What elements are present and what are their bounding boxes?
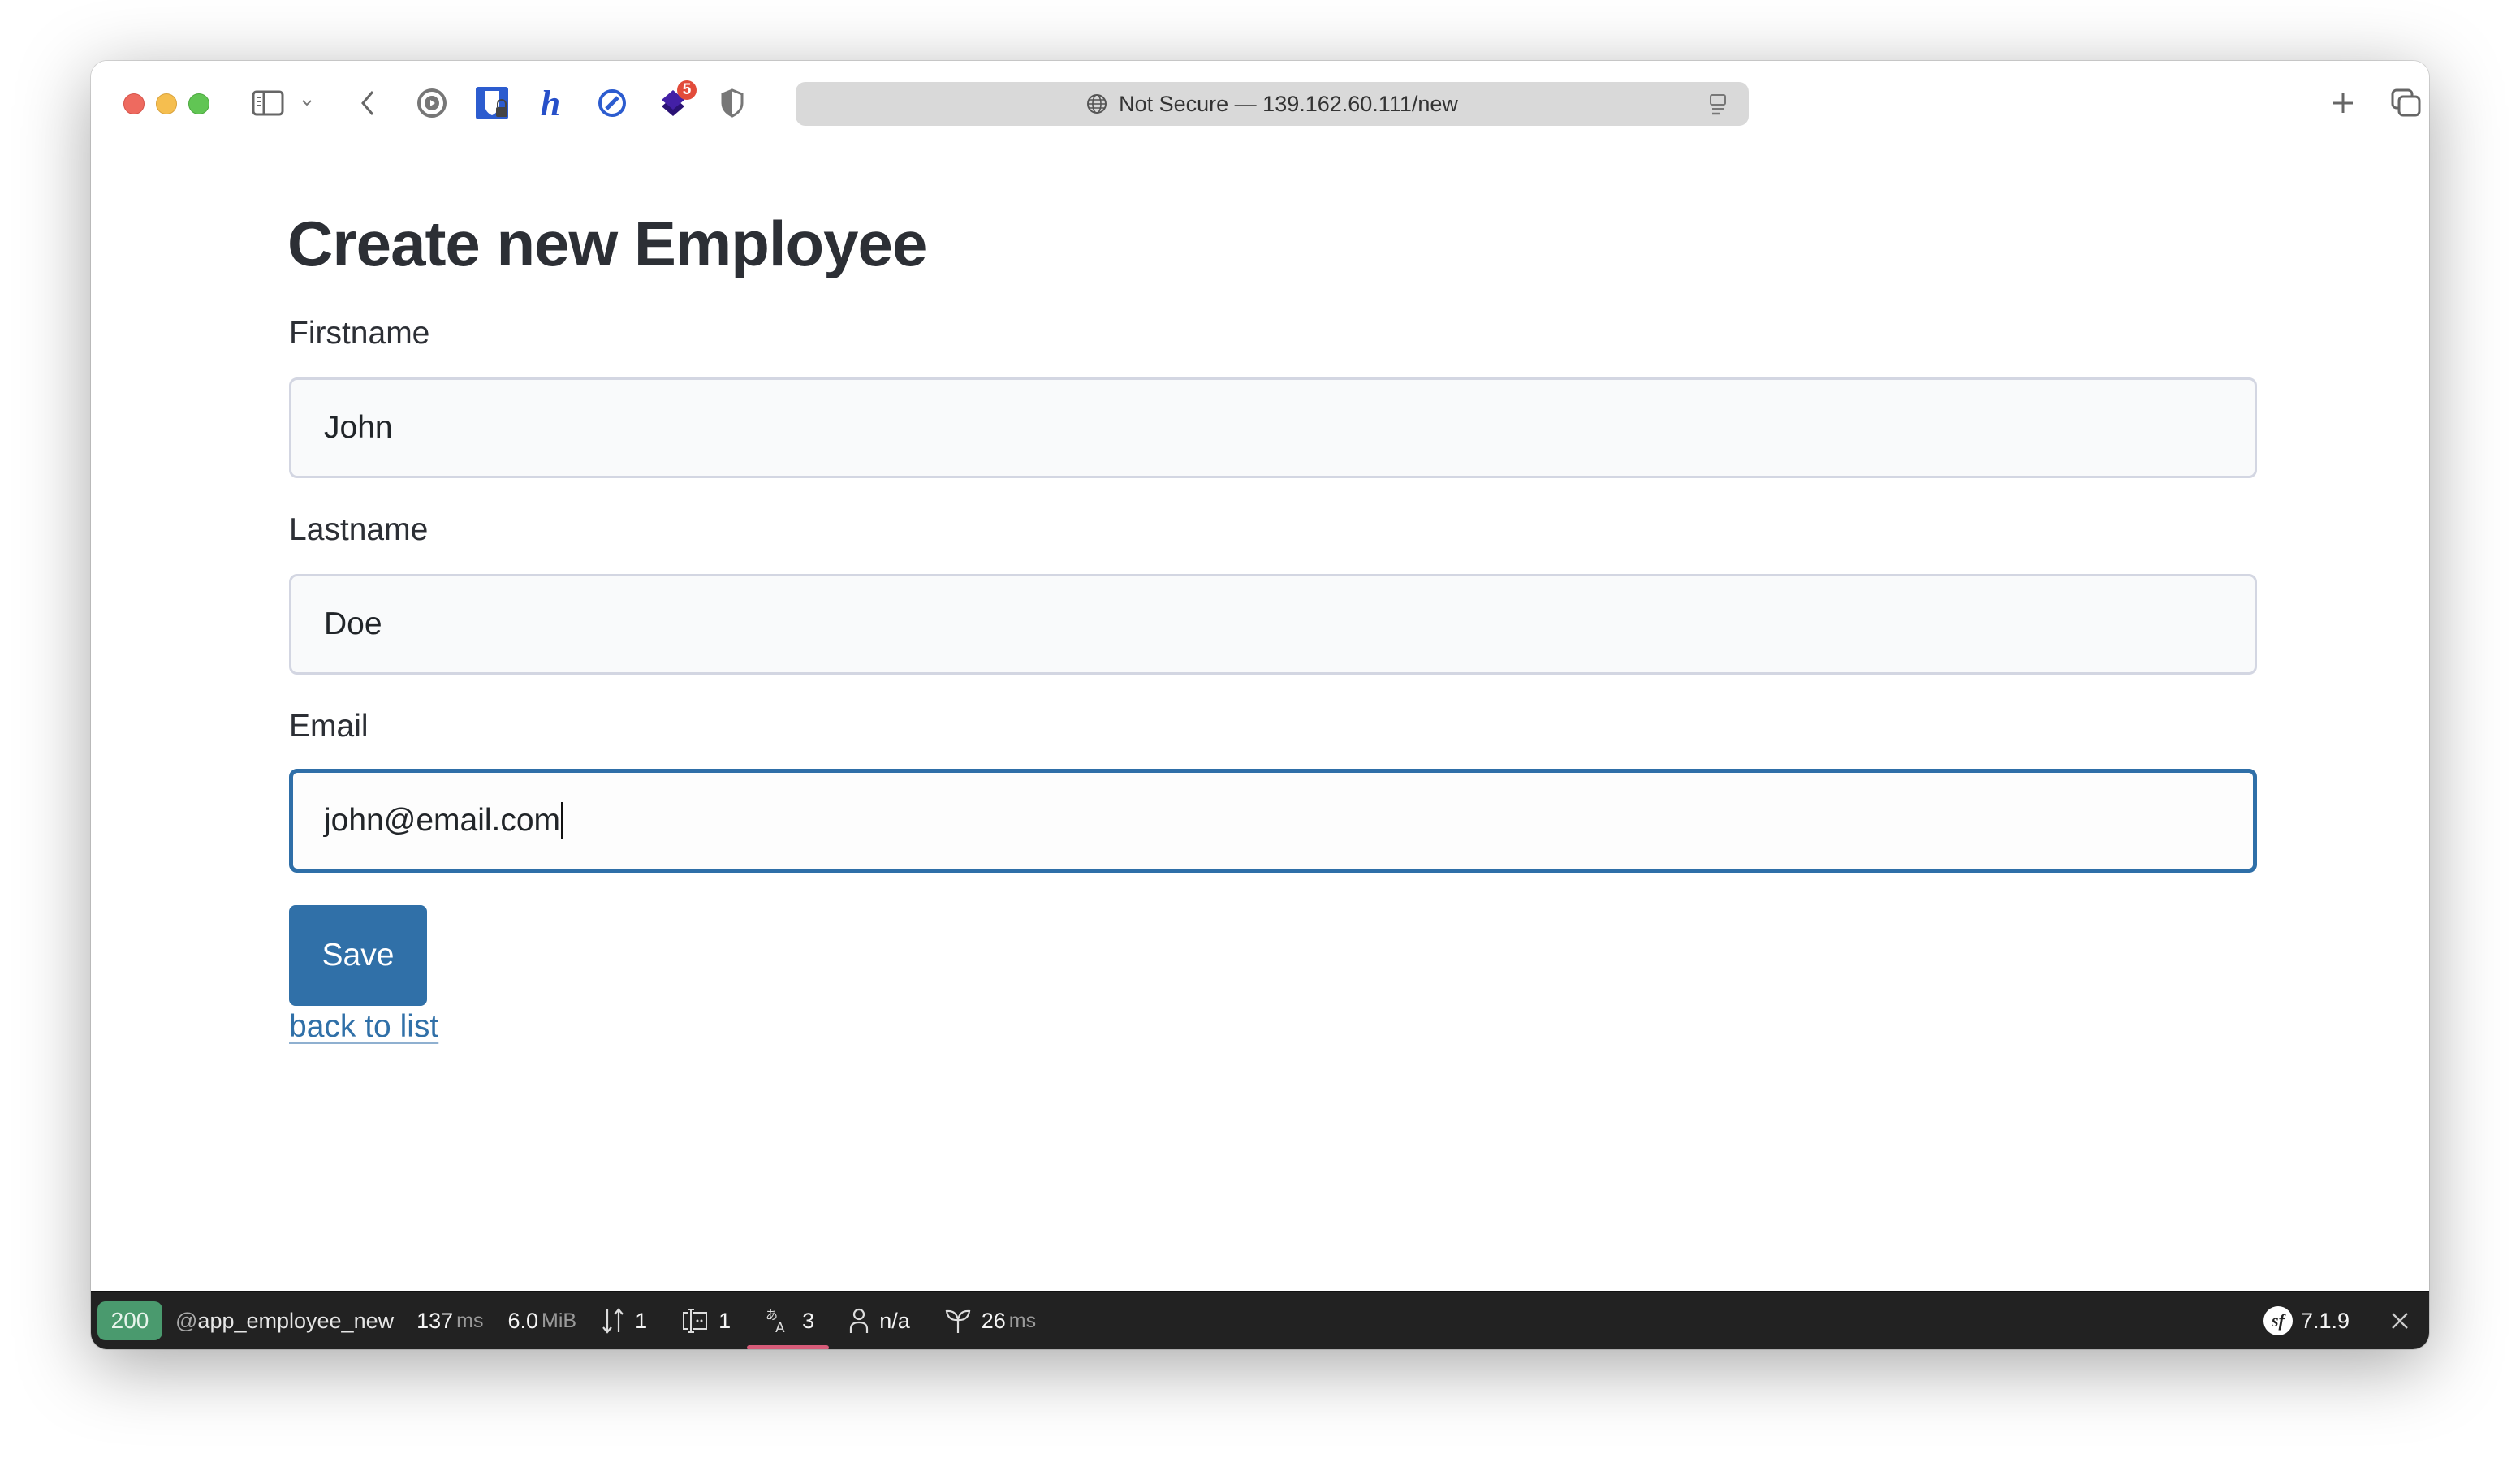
memory-value: 6.0 xyxy=(507,1308,539,1333)
time-value: 137 xyxy=(416,1308,454,1333)
bitwarden-icon[interactable] xyxy=(474,82,510,124)
symfony-logo-icon: sf xyxy=(2263,1306,2293,1335)
twig-item[interactable]: 26 ms xyxy=(944,1292,1036,1349)
address-bar[interactable]: Not Secure — 139.162.60.111/new xyxy=(796,82,1749,126)
user-icon xyxy=(848,1307,869,1335)
close-toolbar-icon[interactable] xyxy=(2390,1311,2410,1331)
twig-time-unit: ms xyxy=(1008,1309,1037,1332)
hypothesis-icon[interactable]: h xyxy=(534,82,567,124)
requests-item[interactable]: 1 xyxy=(601,1292,647,1349)
svg-text:A: A xyxy=(775,1320,785,1335)
translations-count: 3 xyxy=(802,1308,815,1333)
form-icon xyxy=(681,1307,709,1335)
page-title: Create new Employee xyxy=(287,208,927,279)
lastname-label: Lastname xyxy=(289,512,429,547)
close-window-button[interactable] xyxy=(123,93,145,114)
user-item[interactable]: n/a xyxy=(848,1292,910,1349)
time-unit: ms xyxy=(456,1309,484,1332)
reader-icon[interactable] xyxy=(1708,93,1728,122)
email-value: john@email.com xyxy=(324,803,561,838)
chevron-down-icon[interactable] xyxy=(299,82,315,124)
requests-count: 1 xyxy=(635,1308,648,1333)
save-button[interactable]: Save xyxy=(289,905,427,1006)
symfony-version-item[interactable]: sf 7.1.9 xyxy=(2263,1306,2429,1335)
symfony-version: 7.1.9 xyxy=(2300,1308,2350,1333)
url-text: Not Secure — 139.162.60.111/new xyxy=(1119,91,1458,116)
memory-unit: MiB xyxy=(542,1309,577,1332)
twig-time-value: 26 xyxy=(981,1308,1006,1333)
forms-count: 1 xyxy=(718,1308,731,1333)
back-icon[interactable] xyxy=(356,82,380,124)
translation-icon: あA xyxy=(765,1307,792,1335)
disable-icon[interactable] xyxy=(594,82,630,124)
tab-overview-icon[interactable] xyxy=(2390,82,2423,124)
sidebar-icon[interactable] xyxy=(250,82,286,124)
forms-item[interactable]: 1 xyxy=(681,1292,731,1349)
twig-leaf-icon xyxy=(944,1307,972,1335)
shield-icon[interactable] xyxy=(718,82,747,124)
email-input[interactable]: john@email.com xyxy=(289,769,2257,873)
firstname-input[interactable]: John xyxy=(289,377,2257,478)
text-caret xyxy=(561,802,564,839)
status-code-badge[interactable]: 200 xyxy=(97,1301,162,1340)
route-name: app_employee_new xyxy=(197,1308,395,1333)
lastname-input[interactable]: Doe xyxy=(289,574,2257,675)
browser-window: h 5 Not Secure — 139.162.60.111/new Crea… xyxy=(91,61,2429,1349)
email-label: Email xyxy=(289,709,369,744)
record-icon[interactable] xyxy=(414,82,450,124)
page-content: Create new Employee Firstname John Lastn… xyxy=(91,145,2429,1291)
firstname-value: John xyxy=(324,410,393,445)
minimize-window-button[interactable] xyxy=(156,93,177,114)
lastname-value: Doe xyxy=(324,606,382,641)
memory-item[interactable]: 6.0 MiB xyxy=(508,1292,577,1349)
translations-item[interactable]: あA 3 xyxy=(747,1292,830,1349)
back-to-list-link[interactable]: back to list xyxy=(289,1009,438,1045)
user-value: n/a xyxy=(879,1308,910,1333)
symfony-debug-toolbar: 200 @ app_employee_new 137 ms 6.0 MiB 1 1 あ… xyxy=(91,1291,2429,1349)
arrows-up-down-icon xyxy=(601,1307,625,1335)
stack-extension-icon[interactable]: 5 xyxy=(653,80,697,124)
firstname-label: Firstname xyxy=(289,316,430,351)
extension-badge: 5 xyxy=(677,80,697,100)
globe-icon xyxy=(1086,93,1107,114)
time-item[interactable]: 137 ms xyxy=(416,1292,483,1349)
route-item[interactable]: @ app_employee_new xyxy=(175,1292,394,1349)
new-tab-icon[interactable] xyxy=(2328,82,2358,124)
browser-toolbar: h 5 Not Secure — 139.162.60.111/new xyxy=(91,61,2429,145)
route-prefix: @ xyxy=(175,1308,198,1333)
maximize-window-button[interactable] xyxy=(188,93,209,114)
